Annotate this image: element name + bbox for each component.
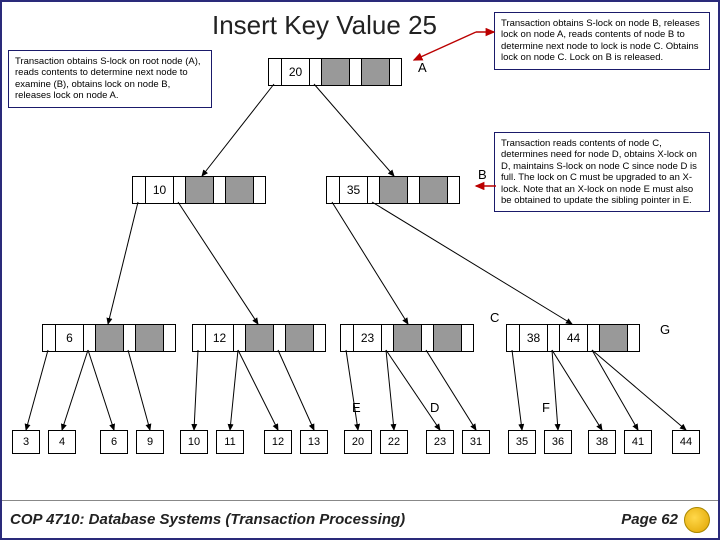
label-a: A (418, 60, 427, 75)
leaf-node: 22 (380, 430, 408, 454)
leaf-node: 3 (12, 430, 40, 454)
label-f: F (542, 400, 550, 415)
lvl2-n3-k1: 23 (353, 325, 381, 351)
footer-page: Page 62 (621, 511, 678, 528)
label-e: E (352, 400, 361, 415)
label-g: G (660, 322, 670, 337)
label-b: B (478, 167, 487, 182)
leaf-node: 41 (624, 430, 652, 454)
leaf-node: 9 (136, 430, 164, 454)
btree-node-a: 20 (268, 58, 402, 86)
lvl2-n2-k1: 12 (205, 325, 233, 351)
annotation-box-a: Transaction obtains S-lock on root node … (8, 50, 212, 108)
leaf-node: 10 (180, 430, 208, 454)
lvl1-n2-k1: 35 (339, 177, 367, 203)
lvl1-n1-k1: 10 (145, 177, 173, 203)
btree-node-l2-2: 12 (192, 324, 326, 352)
btree-node-b-right: 35 (326, 176, 460, 204)
label-c: C (490, 310, 499, 325)
leaf-node: 4 (48, 430, 76, 454)
leaf-node: 6 (100, 430, 128, 454)
leaf-node: 36 (544, 430, 572, 454)
leaf-node: 38 (588, 430, 616, 454)
slide-footer: COP 4710: Database Systems (Transaction … (2, 500, 718, 538)
annotation-box-c: Transaction reads contents of node C, de… (494, 132, 710, 212)
lvl2-n4-k2: 44 (559, 325, 587, 351)
leaf-node: 13 (300, 430, 328, 454)
btree-node-l2-3: 23 (340, 324, 474, 352)
leaf-node: 11 (216, 430, 244, 454)
lvl2-n4-k1: 38 (519, 325, 547, 351)
annotation-box-b: Transaction obtains S-lock on node B, re… (494, 12, 710, 70)
btree-node-l2-4: 38 44 (506, 324, 640, 352)
university-logo-icon (684, 507, 710, 533)
btree-node-b-left: 10 (132, 176, 266, 204)
leaf-node: 31 (462, 430, 490, 454)
slide-canvas: Insert Key Value 25 Transaction obtains … (0, 0, 720, 540)
lvl2-n1-k1: 6 (55, 325, 83, 351)
label-d: D (430, 400, 439, 415)
leaf-node: 44 (672, 430, 700, 454)
leaf-node: 35 (508, 430, 536, 454)
footer-course: COP 4710: Database Systems (Transaction … (10, 511, 405, 528)
node-a-key-1: 20 (281, 59, 309, 85)
slide-title: Insert Key Value 25 (212, 10, 437, 41)
btree-node-l2-1: 6 (42, 324, 176, 352)
leaf-node: 20 (344, 430, 372, 454)
leaf-node: 23 (426, 430, 454, 454)
leaf-node: 12 (264, 430, 292, 454)
